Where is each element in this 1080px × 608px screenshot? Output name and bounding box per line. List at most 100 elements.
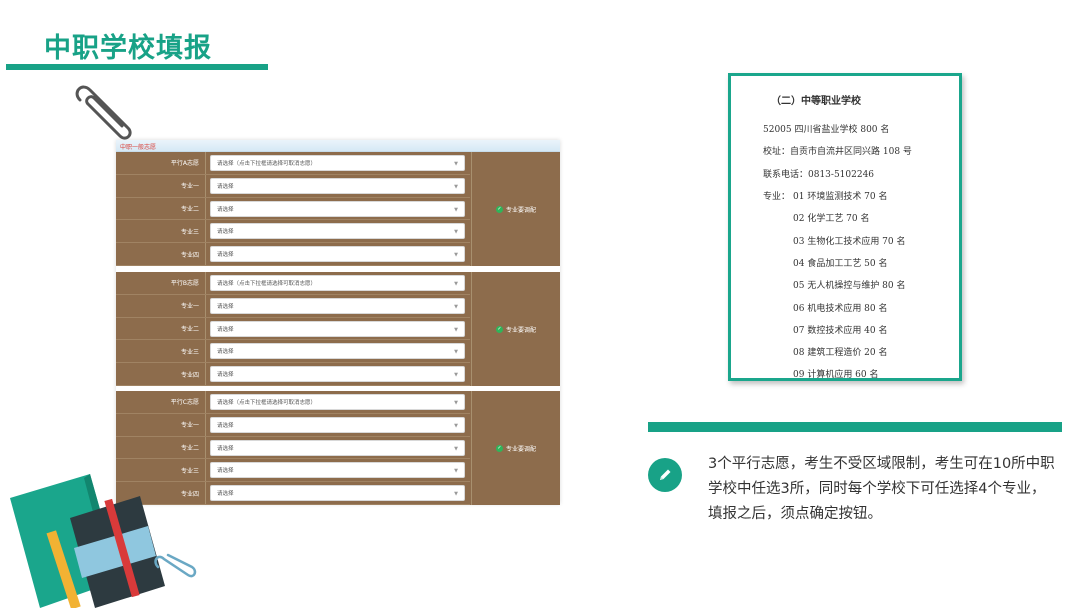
adjust-status-label: 专业要调配 <box>505 206 536 214</box>
preference-group: 平行B志愿 请选择（点击下拉框请选择可取消志愿） ▼ 专业一 请选择 ▼ 专业二 请选择 ▼ 专业… <box>116 272 560 386</box>
adjust-status-cell[interactable]: ✓ 专业要调配 <box>471 391 560 505</box>
row-label: 专业一 <box>180 422 199 430</box>
major-select[interactable]: 请选择 ▼ <box>210 462 465 479</box>
divider <box>205 482 206 504</box>
form-row: 专业四 请选择 ▼ <box>116 243 470 266</box>
row-label: 平行B志愿 <box>170 280 199 288</box>
form-row: 专业一 请选择 ▼ <box>116 174 470 198</box>
form-row: 平行A志愿 请选择（点击下拉框请选择可取消志愿） ▼ <box>116 152 470 175</box>
divider <box>205 317 206 340</box>
school-select[interactable]: 请选择（点击下拉框请选择可取消志愿） ▼ <box>210 155 465 171</box>
select-placeholder: 请选择 <box>217 372 234 379</box>
row-label: 专业四 <box>180 371 199 379</box>
divider <box>205 272 206 294</box>
select-placeholder: 请选择 <box>217 252 234 259</box>
major-select[interactable]: 请选择 ▼ <box>210 320 465 337</box>
section-divider <box>648 422 1062 432</box>
doc-title: （二）中等职业学校 <box>771 96 861 107</box>
form-row: 专业三 请选择 ▼ <box>116 220 470 244</box>
row-label: 专业二 <box>180 325 199 333</box>
select-placeholder: 请选择（点击下拉框请选择可取消志愿） <box>217 281 317 287</box>
chevron-down-icon: ▼ <box>454 491 458 498</box>
form-row: 专业二 请选择 ▼ <box>116 197 470 221</box>
school-select[interactable]: 请选择（点击下拉框请选择可取消志愿） ▼ <box>210 394 465 410</box>
adjust-status-cell[interactable]: ✓ 专业要调配 <box>471 152 560 266</box>
divider <box>205 243 206 265</box>
row-label: 专业二 <box>180 444 199 452</box>
major-select[interactable]: 请选择 ▼ <box>210 200 465 217</box>
divider <box>205 363 206 385</box>
form-row: 专业二 请选择 ▼ <box>116 317 470 341</box>
adjust-status-cell[interactable]: ✓ 专业要调配 <box>471 272 560 386</box>
doc-address: 校址：自贡市自流井区同兴路 108 号 <box>763 147 912 157</box>
school-info-document: （二）中等职业学校 52005 四川省盐业学校 800 名 校址：自贡市自流井区… <box>728 73 962 381</box>
row-label: 平行A志愿 <box>170 160 199 168</box>
chevron-down-icon: ▼ <box>454 183 458 190</box>
form-row: 专业一 请选择 ▼ <box>116 294 470 318</box>
doc-school: 52005 四川省盐业学校 800 名 <box>763 125 890 135</box>
chevron-down-icon: ▼ <box>454 372 458 379</box>
adjust-status-label: 专业要调配 <box>505 445 536 453</box>
pencil-icon <box>648 458 682 492</box>
form-row: 专业四 请选择 ▼ <box>116 363 470 386</box>
chevron-down-icon: ▼ <box>454 326 458 333</box>
major-select[interactable]: 请选择 ▼ <box>210 343 465 360</box>
chevron-down-icon: ▼ <box>454 161 458 167</box>
application-form-screenshot: 中职一般志愿 平行A志愿 请选择（点击下拉框请选择可取消志愿） ▼ 专业一 请选择 ▼ 专业… <box>116 140 560 505</box>
school-select[interactable]: 请选择（点击下拉框请选择可取消志愿） ▼ <box>210 275 465 291</box>
chevron-down-icon: ▼ <box>454 400 458 406</box>
major-select[interactable]: 请选择 ▼ <box>210 366 465 383</box>
row-label: 专业一 <box>180 303 199 311</box>
doc-phone: 联系电话：0813-5102246 <box>763 170 875 180</box>
check-icon: ✓ <box>495 325 503 333</box>
row-label: 平行C志愿 <box>170 399 199 407</box>
select-placeholder: 请选择 <box>217 303 234 310</box>
chevron-down-icon: ▼ <box>454 229 458 236</box>
slide-title: 中职学校填报 <box>44 33 212 64</box>
select-placeholder: 请选择 <box>217 349 234 356</box>
select-placeholder: 请选择 <box>217 422 234 429</box>
divider <box>205 152 206 174</box>
major-select[interactable]: 请选择 ▼ <box>210 223 465 240</box>
divider <box>205 174 206 197</box>
doc-major-item: 06 机电技术应用 80 名 <box>793 303 888 314</box>
check-icon: ✓ <box>495 444 503 452</box>
major-select[interactable]: 请选择 ▼ <box>210 416 465 433</box>
major-select[interactable]: 请选择 ▼ <box>210 485 465 502</box>
chevron-down-icon: ▼ <box>454 422 458 429</box>
select-placeholder: 请选择（点击下拉框请选择可取消志愿） <box>217 161 317 167</box>
title-underline <box>6 64 268 70</box>
select-placeholder: 请选择 <box>217 183 234 190</box>
chevron-down-icon: ▼ <box>454 349 458 356</box>
divider <box>205 459 206 482</box>
doc-major-item: 09 计算机应用 60 名 <box>793 370 879 381</box>
row-label: 专业三 <box>180 228 199 236</box>
chevron-down-icon: ▼ <box>454 252 458 259</box>
check-icon: ✓ <box>495 205 503 213</box>
paperclip-icon <box>75 85 132 140</box>
select-placeholder: 请选择 <box>217 229 234 236</box>
divider <box>205 197 206 220</box>
divider <box>205 220 206 243</box>
doc-majors-prefix: 专业： <box>763 192 791 202</box>
form-row: 专业三 请选择 ▼ <box>116 340 470 364</box>
select-placeholder: 请选择 <box>217 491 234 498</box>
divider <box>205 294 206 317</box>
doc-major-item: 07 数控技术应用 40 名 <box>793 325 888 336</box>
form-row: 专业一 请选择 ▼ <box>116 413 470 437</box>
major-select[interactable]: 请选择 ▼ <box>210 297 465 314</box>
select-placeholder: 请选择 <box>217 445 234 452</box>
major-select[interactable]: 请选择 ▼ <box>210 177 465 194</box>
form-header: 中职一般志愿 <box>116 140 560 152</box>
major-select[interactable]: 请选择 ▼ <box>210 439 465 456</box>
row-label: 专业一 <box>180 183 199 191</box>
chevron-down-icon: ▼ <box>454 206 458 213</box>
divider <box>205 436 206 459</box>
form-row: 专业二 请选择 ▼ <box>116 436 470 460</box>
adjust-status-label: 专业要调配 <box>505 326 536 334</box>
doc-major-item: 02 化学工艺 70 名 <box>793 214 870 225</box>
row-label: 专业二 <box>180 205 199 213</box>
row-label: 专业四 <box>180 251 199 259</box>
chevron-down-icon: ▼ <box>454 468 458 475</box>
major-select[interactable]: 请选择 ▼ <box>210 246 465 263</box>
